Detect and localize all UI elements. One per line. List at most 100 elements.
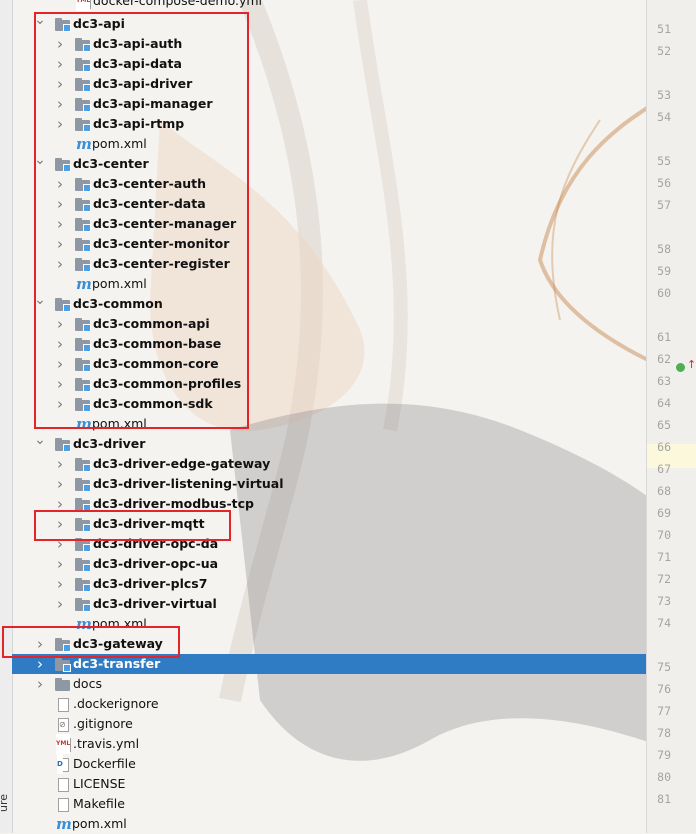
collapse-arrow-icon[interactable]: ⌄	[34, 433, 46, 454]
expand-arrow-icon[interactable]: ›	[54, 94, 66, 114]
tree-row[interactable]: › dc3-driver-virtual	[12, 594, 646, 614]
run-gutter-icon[interactable]	[676, 363, 685, 372]
expand-arrow-icon[interactable]: ›	[34, 654, 46, 674]
tree-item-label: dc3-center	[73, 156, 149, 171]
module-folder-icon	[75, 38, 91, 52]
expand-arrow-icon[interactable]: ›	[54, 214, 66, 234]
module-folder-icon	[75, 178, 91, 192]
tree-row[interactable]: m pom.xml	[12, 274, 646, 294]
tree-row[interactable]: ⌄ dc3-api	[12, 13, 646, 34]
tree-row[interactable]: › dc3-center-monitor	[12, 234, 646, 254]
tree-row[interactable]: › dc3-center-register	[12, 254, 646, 274]
tree-item-label: .gitignore	[73, 716, 133, 731]
tree-row[interactable]: › dc3-driver-modbus-tcp	[12, 494, 646, 514]
tree-row[interactable]: › dc3-driver-listening-virtual	[12, 474, 646, 494]
tree-row[interactable]: .gitignore	[12, 714, 646, 735]
tree-item-label: dc3-api-driver	[93, 76, 193, 91]
line-number: 78	[657, 726, 671, 740]
tree-row[interactable]: ⌄ dc3-driver	[12, 433, 646, 454]
module-folder-icon	[75, 518, 91, 532]
tree-row[interactable]: › dc3-common-sdk	[12, 394, 646, 414]
project-tree[interactable]: YML docker-compose-demo.yml ⌄ dc3-api › dc3-a…	[12, 0, 646, 833]
tree-row[interactable]: m pom.xml	[12, 614, 646, 634]
expand-arrow-icon[interactable]: ›	[54, 254, 66, 274]
tree-row[interactable]: › dc3-common-core	[12, 354, 646, 374]
collapse-arrow-icon[interactable]: ⌄	[34, 153, 46, 174]
expand-arrow-icon[interactable]: ›	[54, 74, 66, 94]
tree-row[interactable]: › dc3-api-auth	[12, 34, 646, 54]
tree-item-label: dc3-center-data	[93, 196, 206, 211]
tree-row[interactable]: YML docker-compose-demo.yml	[12, 0, 646, 11]
side-tab-label: ure	[0, 793, 10, 812]
tree-item-label: dc3-driver	[73, 436, 146, 451]
tree-row[interactable]: › dc3-driver-opc-da	[12, 534, 646, 554]
tree-row[interactable]: › dc3-driver-mqtt	[12, 514, 646, 534]
tree-row[interactable]: m pom.xml	[12, 414, 646, 434]
expand-arrow-icon[interactable]: ›	[54, 194, 66, 214]
tree-row[interactable]: m pom.xml	[12, 134, 646, 154]
expand-arrow-icon[interactable]: ›	[54, 554, 66, 574]
expand-arrow-icon[interactable]: ›	[54, 334, 66, 354]
expand-arrow-icon[interactable]: ›	[54, 394, 66, 414]
expand-arrow-icon[interactable]: ›	[34, 674, 46, 694]
expand-arrow-icon[interactable]: ›	[54, 594, 66, 614]
tree-row[interactable]: › dc3-center-auth	[12, 174, 646, 194]
tree-item-label: dc3-common-base	[93, 336, 222, 351]
tree-row[interactable]: › dc3-common-profiles	[12, 374, 646, 394]
expand-arrow-icon[interactable]: ›	[54, 174, 66, 194]
expand-arrow-icon[interactable]: ›	[54, 314, 66, 334]
module-folder-icon	[75, 398, 91, 412]
expand-arrow-icon[interactable]: ›	[54, 494, 66, 514]
expand-arrow-icon[interactable]: ›	[54, 574, 66, 594]
tree-item-label: dc3-center-manager	[93, 216, 237, 231]
expand-arrow-icon[interactable]: ›	[54, 114, 66, 134]
tree-row[interactable]: › dc3-driver-edge-gateway	[12, 454, 646, 474]
expand-arrow-icon[interactable]: ›	[54, 454, 66, 474]
line-number: 56	[657, 176, 671, 190]
expand-arrow-icon[interactable]: ›	[54, 54, 66, 74]
tree-item-label: pom.xml	[92, 616, 147, 631]
expand-arrow-icon[interactable]: ›	[54, 374, 66, 394]
tree-row[interactable]: › dc3-api-manager	[12, 94, 646, 114]
tree-row[interactable]: › dc3-driver-plcs7	[12, 574, 646, 594]
collapse-arrow-icon[interactable]: ⌄	[34, 13, 46, 34]
module-folder-icon	[75, 538, 91, 552]
line-number: 58	[657, 242, 671, 256]
tree-row[interactable]: › dc3-transfer	[12, 654, 646, 674]
tree-row[interactable]: › dc3-api-data	[12, 54, 646, 74]
expand-arrow-icon[interactable]: ›	[54, 34, 66, 54]
expand-arrow-icon[interactable]: ›	[54, 354, 66, 374]
expand-arrow-icon[interactable]: ›	[54, 534, 66, 554]
line-number: 64	[657, 396, 671, 410]
tree-row[interactable]: › dc3-center-manager	[12, 214, 646, 234]
line-number-gutter: ↑ 51 52 53 54 55 56 57 58 59 60 61 62 63 64 65 66 67 68 69…	[646, 0, 696, 833]
tree-row[interactable]: LICENSE	[12, 774, 646, 794]
tree-row[interactable]: › dc3-driver-opc-ua	[12, 554, 646, 574]
tree-row[interactable]: › docs	[12, 674, 646, 694]
tree-row[interactable]: ⌄ dc3-common	[12, 293, 646, 314]
line-number: 77	[657, 704, 671, 718]
module-folder-icon	[75, 238, 91, 252]
file-icon	[58, 698, 69, 712]
tree-row[interactable]: YML .travis.yml	[12, 734, 646, 754]
line-number: 81	[657, 792, 671, 806]
tree-row[interactable]: m pom.xml	[12, 814, 646, 834]
collapse-arrow-icon[interactable]: ⌄	[34, 293, 46, 314]
tree-row[interactable]: Dockerfile	[12, 754, 646, 774]
tree-row[interactable]: Makefile	[12, 794, 646, 814]
tree-row[interactable]: ⌄ dc3-center	[12, 153, 646, 174]
expand-arrow-icon[interactable]: ›	[54, 474, 66, 494]
expand-arrow-icon[interactable]: ›	[54, 514, 66, 534]
tree-row[interactable]: › dc3-gateway	[12, 634, 646, 654]
tree-row[interactable]: › dc3-api-driver	[12, 74, 646, 94]
tree-item-label: dc3-center-monitor	[93, 236, 230, 251]
tree-row[interactable]: .dockerignore	[12, 694, 646, 714]
override-arrow-icon[interactable]: ↑	[687, 358, 696, 371]
tree-row[interactable]: › dc3-common-base	[12, 334, 646, 354]
tree-row[interactable]: › dc3-common-api	[12, 314, 646, 334]
tree-row[interactable]: › dc3-api-rtmp	[12, 114, 646, 134]
tree-item-label: pom.xml	[92, 136, 147, 151]
expand-arrow-icon[interactable]: ›	[54, 234, 66, 254]
tree-row[interactable]: › dc3-center-data	[12, 194, 646, 214]
expand-arrow-icon[interactable]: ›	[34, 634, 46, 654]
